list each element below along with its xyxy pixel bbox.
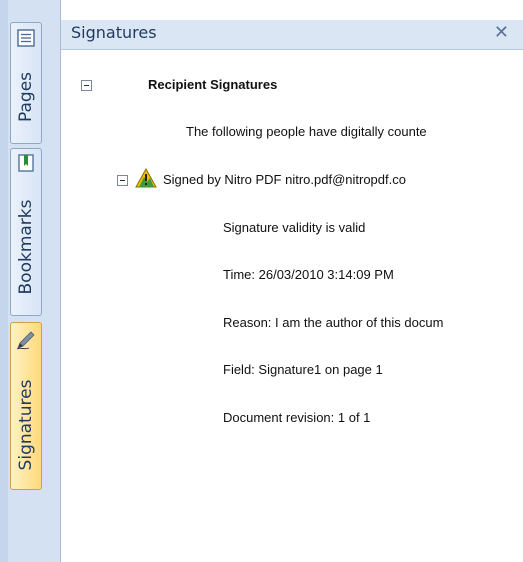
panel-header: Signatures ✕ [61,20,523,50]
tab-strip-edge [0,0,8,562]
panel-title: Signatures [71,23,157,42]
tab-bookmarks[interactable]: Bookmarks [10,148,42,316]
tab-pages-label: Pages [16,71,36,123]
tab-pages[interactable]: Pages [10,22,42,144]
detail-revision: Document revision: 1 of 1 [223,410,371,425]
tab-signatures[interactable]: Signatures [10,322,42,490]
detail-reason: Reason: I am the author of this docum [223,315,444,330]
collapse-toggle-signer[interactable] [117,175,128,186]
pages-icon [15,27,37,49]
warning-icon [135,167,157,188]
signer-text[interactable]: Signed by Nitro PDF nitro.pdf@nitropdf.c… [163,172,406,187]
section-title: Recipient Signatures [148,77,278,92]
tab-signatures-label: Signatures [16,379,36,471]
pen-icon [15,329,37,351]
collapse-toggle-recipient-signatures[interactable] [81,80,92,91]
detail-validity: Signature validity is valid [223,220,366,235]
side-tab-strip: Pages Bookmarks Signatures [0,0,61,562]
signature-tree: Recipient Signatures The following peopl… [61,50,523,562]
bookmark-icon [15,152,37,174]
tab-bookmarks-label: Bookmarks [16,199,36,295]
signatures-panel-window: Pages Bookmarks Signatures Signatures ✕ … [0,0,523,562]
panel-top-strip [61,0,523,20]
detail-field: Field: Signature1 on page 1 [223,362,383,377]
close-icon[interactable]: ✕ [494,22,509,43]
intro-text: The following people have digitally coun… [186,124,427,139]
detail-time: Time: 26/03/2010 3:14:09 PM [223,267,394,282]
